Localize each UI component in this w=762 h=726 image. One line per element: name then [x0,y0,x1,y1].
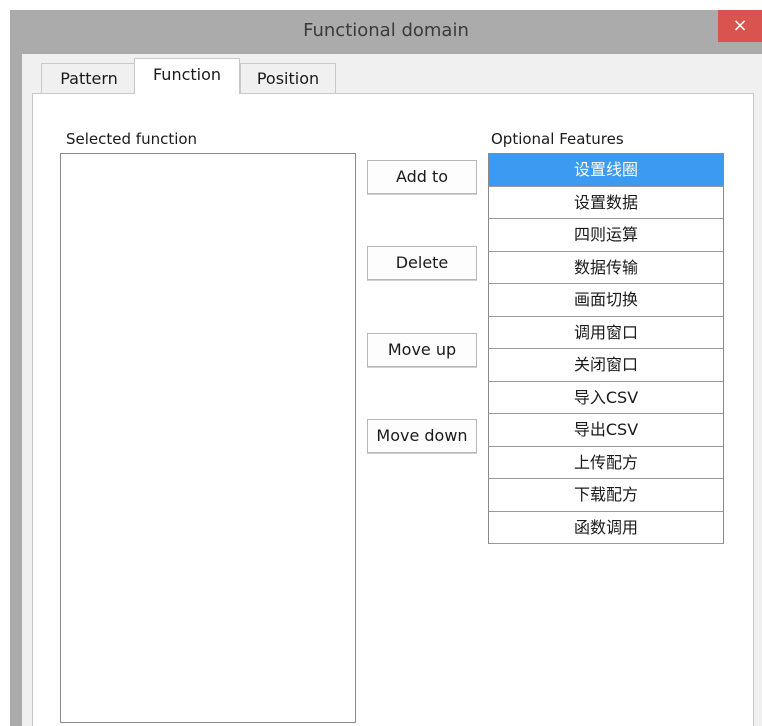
feature-item[interactable]: 设置数据 [489,187,723,219]
tab-pattern[interactable]: Pattern [41,63,137,93]
optional-features-list[interactable]: 设置线圈 设置数据 四则运算 数据传输 画面切换 调用窗口 关闭窗口 导入CSV 导出CSV 上传… [488,153,724,544]
feature-item[interactable]: 画面切换 [489,284,723,317]
selected-function-label: Selected function [66,130,198,148]
feature-item[interactable]: 函数调用 [489,512,723,544]
close-button[interactable]: × [718,10,762,42]
functional-domain-dialog: Functional domain × Pattern Function Pos… [10,10,762,726]
feature-item[interactable]: 导出CSV [489,414,723,447]
dialog-client-area: Pattern Function Position Selected funct… [22,54,762,726]
feature-item[interactable]: 设置线圈 [489,154,723,187]
tab-function[interactable]: Function [134,58,240,94]
function-tab-panel: Selected function Add to Delete Move up … [32,93,754,726]
feature-item[interactable]: 数据传输 [489,252,723,284]
feature-item[interactable]: 调用窗口 [489,317,723,349]
feature-item[interactable]: 关闭窗口 [489,349,723,382]
move-down-button[interactable]: Move down [367,419,477,453]
feature-item[interactable]: 上传配方 [489,447,723,479]
tab-label: Position [256,69,320,88]
window-title: Functional domain [303,20,469,41]
move-up-button[interactable]: Move up [367,333,477,367]
optional-features-label: Optional Features [491,130,624,148]
tab-label: Function [152,65,222,84]
delete-button[interactable]: Delete [367,246,477,280]
feature-item[interactable]: 导入CSV [489,382,723,414]
tab-position[interactable]: Position [240,63,336,93]
tab-label: Pattern [60,69,118,88]
selected-function-list[interactable] [60,153,356,723]
page: Functional domain × Pattern Function Pos… [0,0,762,726]
feature-item[interactable]: 下载配方 [489,479,723,512]
add-to-button[interactable]: Add to [367,160,477,194]
title-bar[interactable]: Functional domain × [10,10,762,54]
close-icon: × [732,15,748,36]
feature-item[interactable]: 四则运算 [489,219,723,252]
